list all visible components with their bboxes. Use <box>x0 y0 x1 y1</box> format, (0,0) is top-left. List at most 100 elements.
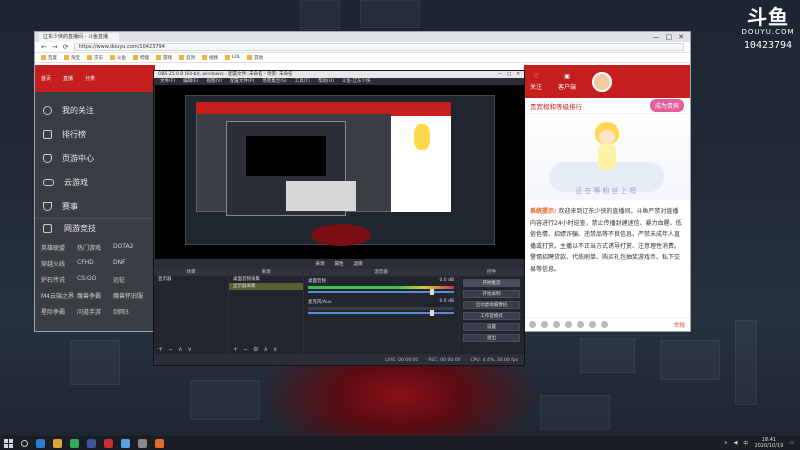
gift-icon[interactable] <box>553 321 560 328</box>
nav-item-webgame[interactable]: 页游中心 <box>35 146 155 170</box>
source-item[interactable]: 桌面音频采集 <box>229 276 303 283</box>
menu-item[interactable]: 斗鱼-辽东少侠 <box>342 78 371 85</box>
game-link[interactable]: 剑网3 <box>113 307 149 316</box>
volume-slider[interactable] <box>308 289 454 295</box>
source-item[interactable]: 显示器采集 <box>229 283 303 290</box>
taskbar-app-icon[interactable] <box>121 438 130 448</box>
topbar-item[interactable]: 分类 <box>85 75 95 82</box>
virtual-camera-button[interactable]: 启动虚拟摄像机 <box>463 301 520 309</box>
menu-item[interactable]: 视图(V) <box>206 78 222 85</box>
game-link[interactable]: 热门游戏 <box>77 243 113 252</box>
properties-button[interactable]: 属性 <box>335 261 344 267</box>
topbar-item[interactable]: 首页 <box>41 75 51 82</box>
menu-item[interactable]: 场景集合(S) <box>262 78 286 85</box>
taskbar-app-icon[interactable] <box>70 438 79 448</box>
bookmark[interactable]: 云顶 <box>179 55 195 61</box>
taskbar-app-icon[interactable] <box>104 438 113 448</box>
client-button[interactable]: ▣ 客户端 <box>558 73 576 91</box>
up-icon[interactable]: ∧ <box>263 346 267 353</box>
volume-slider[interactable] <box>308 310 454 316</box>
menu-item[interactable]: 编辑(E) <box>183 78 198 85</box>
minimize-button[interactable]: — <box>497 71 502 78</box>
taskbar-app-icon[interactable] <box>53 438 62 448</box>
studio-mode-button[interactable]: 工作室模式 <box>463 312 520 320</box>
taskbar-app-icon[interactable] <box>87 438 96 448</box>
category-head[interactable]: 网游竞技 <box>35 218 155 238</box>
up-icon[interactable]: ∧ <box>178 346 182 353</box>
topbar-item[interactable]: 直播 <box>63 75 73 82</box>
scene-item[interactable]: 显示器 <box>154 276 228 283</box>
down-icon[interactable]: ∨ <box>187 346 191 353</box>
game-link[interactable]: DOTA2 <box>113 243 149 252</box>
forward-button[interactable]: → <box>52 43 58 51</box>
follow-button[interactable]: ♡ 关注 <box>530 73 542 91</box>
bookmark[interactable]: LOL <box>225 55 240 60</box>
report-button[interactable]: 举报 <box>674 321 685 329</box>
game-link[interactable]: 英雄联盟 <box>41 243 77 252</box>
game-link[interactable]: 魔兽怀旧服 <box>113 291 149 300</box>
remove-icon[interactable]: − <box>168 346 173 353</box>
volume-icon[interactable]: ◀ <box>734 440 738 446</box>
emoji-icon[interactable] <box>529 321 536 328</box>
gear-icon[interactable]: ⚙ <box>253 346 258 353</box>
avatar[interactable] <box>592 71 613 92</box>
reload-button[interactable]: ⟳ <box>63 43 69 51</box>
nav-item-rank[interactable]: 排行榜 <box>35 122 155 146</box>
game-link[interactable]: CS:GO <box>77 275 113 284</box>
ime-indicator[interactable]: 中 <box>743 440 748 447</box>
url-input[interactable]: https://www.douyu.com/10423794 <box>73 43 684 51</box>
obs-preview[interactable] <box>155 85 525 259</box>
minimize-button[interactable]: — <box>653 33 660 41</box>
barrage-icon[interactable] <box>565 321 572 328</box>
maximize-button[interactable]: □ <box>507 71 511 78</box>
become-vip-button[interactable]: 成为贵宾 <box>649 99 684 112</box>
nav-item-follow[interactable]: 我的关注 <box>35 98 155 122</box>
filters-button[interactable]: 滤镜 <box>354 261 363 267</box>
bookmark[interactable]: 哔哩 <box>133 55 149 61</box>
game-link[interactable]: M4云端之界 <box>41 291 77 300</box>
browser-tab[interactable]: 辽东少侠的直播间 - 斗鱼直播 <box>39 32 119 42</box>
bookmark[interactable]: 京东 <box>87 55 103 61</box>
taskbar-app-icon[interactable] <box>36 438 45 448</box>
maximize-button[interactable]: □ <box>666 33 673 41</box>
bookmark[interactable]: 斗鱼 <box>110 55 126 61</box>
bookmark[interactable]: 百度 <box>41 55 57 61</box>
nav-item-match[interactable]: 赛事 <box>35 194 155 218</box>
add-icon[interactable]: + <box>158 346 163 353</box>
lock-icon[interactable] <box>601 321 608 328</box>
taskbar-app-icon[interactable] <box>155 438 164 448</box>
game-link[interactable]: CFHD <box>77 259 113 268</box>
menu-item[interactable]: 配置文件(P) <box>230 78 254 85</box>
bookmark[interactable]: 游戏 <box>156 55 172 61</box>
nav-item-cloudgame[interactable]: 云游戏 <box>35 170 155 194</box>
clock[interactable]: 18:41 2020/10/19 <box>754 437 783 449</box>
game-link[interactable]: DNF <box>113 259 149 268</box>
bookmark[interactable]: 其他 <box>247 55 263 61</box>
down-icon[interactable]: ∨ <box>273 346 277 353</box>
game-link[interactable]: 炉石传说 <box>41 275 77 284</box>
game-link[interactable]: 穿越火线 <box>41 259 77 268</box>
exit-button[interactable]: 退出 <box>463 334 520 342</box>
close-button[interactable]: ✕ <box>678 33 684 41</box>
clear-icon[interactable] <box>589 321 596 328</box>
menu-item[interactable]: 工具(T) <box>295 78 310 85</box>
bookmark[interactable]: 淘宝 <box>64 55 80 61</box>
game-link[interactable]: 星际争霸 <box>41 307 77 316</box>
game-link[interactable]: 魔兽争霸 <box>77 291 113 300</box>
fan-icon[interactable] <box>541 321 548 328</box>
menu-item[interactable]: 文件(F) <box>160 78 175 85</box>
back-button[interactable]: ← <box>41 43 47 51</box>
rank-tab[interactable]: 贵宾榜和等级排行 <box>530 101 582 111</box>
search-icon[interactable] <box>21 439 28 447</box>
start-recording-button[interactable]: 开始录制 <box>463 290 520 298</box>
bookmark[interactable]: 视频 <box>202 55 218 61</box>
settings-button[interactable]: 设置 <box>463 323 520 331</box>
game-link[interactable]: 问道手游 <box>77 307 113 316</box>
start-streaming-button[interactable]: 开始推流 <box>463 279 520 287</box>
remove-icon[interactable]: − <box>243 346 248 353</box>
menu-item[interactable]: 帮助(H) <box>318 78 334 85</box>
setting-icon[interactable] <box>577 321 584 328</box>
game-link[interactable]: 远征 <box>113 275 149 284</box>
chevron-up-icon[interactable]: ∧ <box>724 440 728 446</box>
close-button[interactable]: ✕ <box>516 71 520 78</box>
